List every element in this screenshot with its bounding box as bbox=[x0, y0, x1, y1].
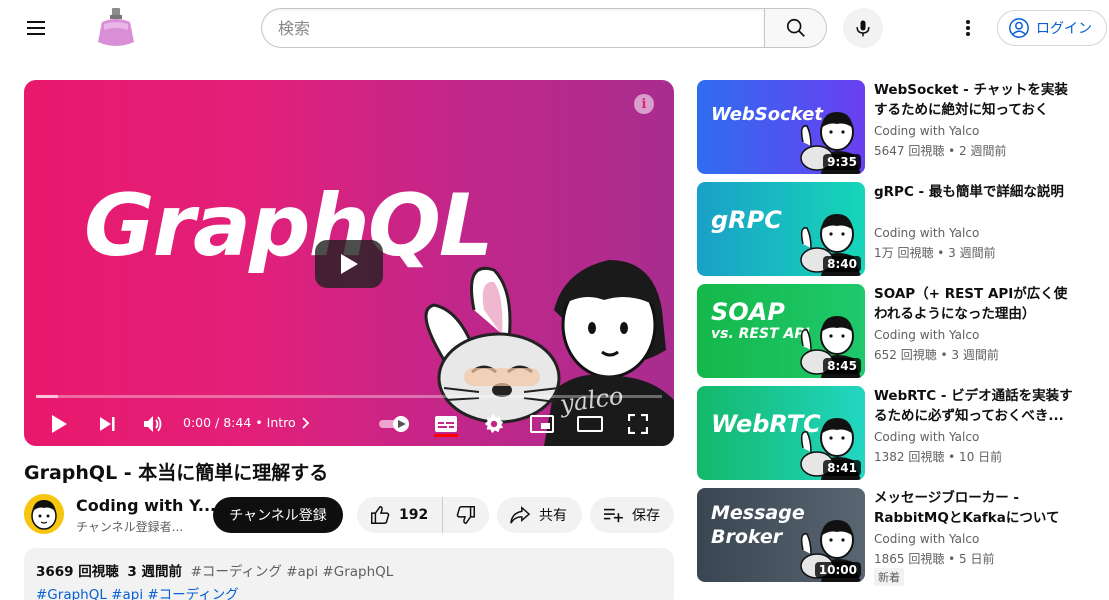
thumbnail-label: gRPC bbox=[711, 206, 782, 234]
save-button[interactable]: 保存 bbox=[590, 497, 674, 533]
description-stats: 3669 回視聴 3 週間前 #コーディング #api #GraphQL bbox=[36, 560, 662, 580]
duration-badge: 8:40 bbox=[823, 256, 861, 272]
recommendation-meta: 5647 回視聴 • 2 週間前 bbox=[874, 144, 1007, 158]
subscribe-button[interactable]: チャンネル登録 bbox=[213, 497, 343, 533]
playlist-add-icon bbox=[604, 508, 623, 523]
recommendation-channel[interactable]: Coding with Yalco bbox=[874, 226, 979, 240]
recommendation-thumbnail[interactable]: WebSocket 9:35 bbox=[697, 80, 865, 174]
save-label: 保存 bbox=[632, 508, 660, 524]
share-arrow-icon bbox=[510, 506, 531, 524]
channel-avatar[interactable] bbox=[24, 494, 64, 534]
microphone-icon[interactable] bbox=[843, 8, 883, 48]
top-header: ログイン bbox=[0, 0, 1109, 56]
thumbnail-label: SOAP bbox=[711, 298, 785, 326]
video-title: GraphQL - 本当に簡単に理解する bbox=[24, 462, 329, 484]
description-box[interactable]: 3669 回視聴 3 週間前 #コーディング #api #GraphQL #Gr… bbox=[24, 548, 674, 600]
recommendation-channel[interactable]: Coding with Yalco bbox=[874, 328, 979, 342]
recommendation-thumbnail[interactable]: WebRTC 8:41 bbox=[697, 386, 865, 480]
time-display: 0:00 / 8:44 • Intro bbox=[183, 415, 310, 430]
recommendation-title[interactable]: WebRTC - ビデオ通話を実装するために必ず知っておくべき... bbox=[874, 386, 1074, 426]
like-count: 192 bbox=[399, 507, 429, 523]
chevron-right-icon bbox=[302, 416, 309, 429]
miniplayer-icon[interactable] bbox=[526, 402, 558, 446]
volume-icon[interactable] bbox=[138, 402, 168, 446]
description-hashtags[interactable]: #GraphQL #api #コーディング bbox=[36, 583, 662, 600]
more-vertical-icon[interactable] bbox=[952, 12, 984, 44]
new-badge: 新着 bbox=[874, 568, 904, 586]
recommendation-title[interactable]: gRPC - 最も簡単で詳細な説明 bbox=[874, 182, 1074, 202]
recommendation-meta: 1万 回視聴 • 3 週間前 bbox=[874, 246, 996, 260]
info-icon[interactable]: i bbox=[634, 94, 654, 114]
thumbs-down-icon bbox=[456, 506, 475, 524]
description-tags[interactable]: #コーディング #api #GraphQL bbox=[191, 564, 394, 580]
recommendation-card[interactable]: WebSocket 9:35 WebSocket - チャットを実装するために絶対に… bbox=[697, 80, 1107, 174]
progress-bar[interactable] bbox=[36, 395, 662, 398]
login-button[interactable]: ログイン bbox=[997, 10, 1107, 46]
thumbs-up-icon bbox=[371, 506, 390, 524]
search-box bbox=[261, 8, 827, 48]
like-button[interactable]: 192 bbox=[357, 497, 443, 533]
perfume-bottle-logo[interactable] bbox=[92, 6, 140, 50]
recommendation-title[interactable]: WebSocket - チャットを実装するために絶対に知っておくべ... bbox=[874, 80, 1074, 120]
subtitles-active-indicator bbox=[434, 434, 458, 437]
player-controls: 0:00 / 8:44 • Intro bbox=[24, 402, 674, 446]
recommendation-meta: 652 回視聴 • 3 週間前 bbox=[874, 348, 999, 362]
recommendation-thumbnail[interactable]: Message Broker 10:00 bbox=[697, 488, 865, 582]
chapter-text[interactable]: • Intro bbox=[255, 415, 295, 430]
recommendation-title[interactable]: メッセージブローカー - RabbitMQとKafkaについて見... bbox=[874, 488, 1074, 528]
account-icon bbox=[1009, 18, 1029, 38]
fullscreen-icon[interactable] bbox=[622, 402, 654, 446]
progress-chapter-segment bbox=[36, 395, 58, 398]
settings-gear-icon[interactable] bbox=[478, 402, 510, 446]
recommendation-thumbnail[interactable]: gRPC 8:40 bbox=[697, 182, 865, 276]
theater-mode-icon[interactable] bbox=[574, 402, 606, 446]
video-player[interactable]: GraphQL i yalco 0:00 / 8:44 • Intro bbox=[24, 80, 674, 446]
recommendation-thumbnail[interactable]: SOAP vs. REST API 8:45 bbox=[697, 284, 865, 378]
upload-date: 3 週間前 bbox=[127, 564, 182, 580]
recommendation-title[interactable]: SOAP（+ REST APIが広く使われるようになった理由） bbox=[874, 284, 1074, 324]
view-count: 3669 回視聴 bbox=[36, 564, 119, 580]
play-button-overlay[interactable] bbox=[315, 240, 383, 288]
login-label: ログイン bbox=[1036, 21, 1092, 37]
recommendation-card[interactable]: Message Broker 10:00 メッセージブローカー - RabbitMQと… bbox=[697, 488, 1107, 586]
duration-badge: 8:45 bbox=[823, 358, 861, 374]
thumbnail-sublabel: vs. REST API bbox=[711, 326, 810, 342]
recommendation-meta: 1382 回視聴 • 10 日前 bbox=[874, 450, 1003, 464]
recommendation-channel[interactable]: Coding with Yalco bbox=[874, 532, 979, 546]
play-icon[interactable] bbox=[44, 402, 74, 446]
dislike-button[interactable] bbox=[443, 497, 489, 533]
time-text: 0:00 / 8:44 bbox=[183, 415, 252, 430]
next-icon[interactable] bbox=[92, 402, 122, 446]
duration-badge: 9:35 bbox=[823, 154, 861, 170]
thumbnail-sublabel: Broker bbox=[711, 526, 783, 548]
autoplay-toggle[interactable] bbox=[376, 402, 414, 446]
search-icon[interactable] bbox=[764, 8, 827, 48]
duration-badge: 8:41 bbox=[823, 460, 861, 476]
recommendation-card[interactable]: gRPC 8:40 gRPC - 最も簡単で詳細な説明 Coding with Yal… bbox=[697, 182, 1107, 276]
recommendation-meta: 1865 回視聴 • 5 日前 bbox=[874, 552, 995, 566]
search-input[interactable] bbox=[261, 8, 764, 48]
hamburger-menu-icon[interactable] bbox=[18, 12, 54, 44]
subscriber-count: チャンネル登録者... bbox=[76, 520, 184, 534]
subtitles-icon[interactable] bbox=[430, 402, 462, 446]
like-dislike-group: 192 bbox=[357, 497, 489, 533]
share-button[interactable]: 共有 bbox=[497, 497, 582, 533]
thumbnail-label: Message bbox=[711, 502, 805, 524]
recommendation-channel[interactable]: Coding with Yalco bbox=[874, 124, 979, 138]
recommendation-card[interactable]: SOAP vs. REST API 8:45 SOAP（+ REST APIが広く使わ… bbox=[697, 284, 1107, 378]
recommendation-card[interactable]: WebRTC 8:41 WebRTC - ビデオ通話を実装するために必ず知っておくべ… bbox=[697, 386, 1107, 480]
recommendation-channel[interactable]: Coding with Yalco bbox=[874, 430, 979, 444]
share-label: 共有 bbox=[539, 508, 567, 524]
duration-badge: 10:00 bbox=[814, 562, 861, 578]
channel-name[interactable]: Coding with Y... bbox=[76, 496, 216, 515]
